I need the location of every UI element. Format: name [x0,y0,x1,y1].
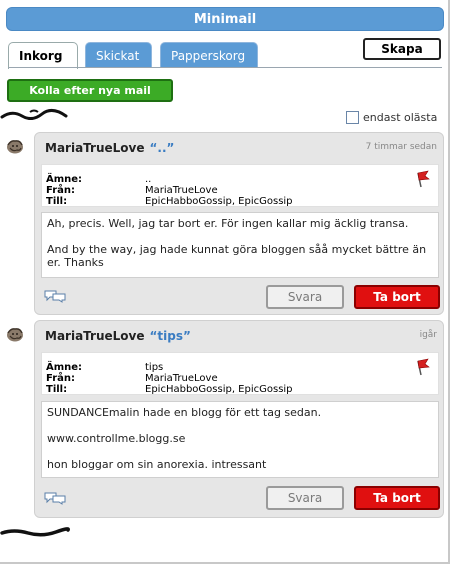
message-paragraph: SUNDANCEmalin hade en blogg för ett tag … [47,406,322,419]
message-paragraph: hon bloggar om sin anorexia. intressant [47,458,267,471]
message-meta: Ämne: tips Från: MariaTrueLove Till: Epi… [41,352,439,395]
report-flag-icon[interactable] [414,170,430,188]
message-card[interactable]: MariaTrueLove “tips” igår Ämne: tips Från… [34,320,444,518]
message-paragraph: www.controllme.blogg.se [47,432,186,445]
meta-from-key: Från: [46,373,75,384]
message-paragraph: Ah, precis. Well, jag tar bort er. För i… [47,217,409,230]
unread-only-checkbox[interactable] [346,111,359,124]
message-card[interactable]: MariaTrueLove “..” 7 timmar sedan Ämne: .… [34,132,444,315]
message-header: MariaTrueLove “..” [45,141,174,155]
message-subject-title: “tips” [149,329,191,343]
meta-subject-value: .. [145,174,152,185]
window-title: Minimail [6,7,444,31]
check-mail-button[interactable]: Kolla efter nya mail [7,79,173,102]
reply-button[interactable]: Svara [266,285,344,309]
tab-inbox[interactable]: Inkorg [8,42,78,69]
message-time: 7 timmar sedan [365,142,437,152]
minimail-window: Minimail Inkorg Skickat Papperskorg Skap… [0,0,450,564]
avatar [7,328,23,342]
message-body: Ah, precis. Well, jag tar bort er. För i… [41,212,439,278]
message-paragraph: And by the way, jag hade kunnat göra blo… [47,243,427,269]
meta-from-value: MariaTrueLove [145,373,218,384]
redaction-scribble [0,109,68,120]
tab-divider [8,67,442,68]
chat-bubbles-icon[interactable] [44,290,66,303]
report-flag-icon[interactable] [414,358,430,376]
chat-bubbles-icon[interactable] [44,492,66,505]
unread-only-label: endast olästa [363,111,438,124]
delete-button[interactable]: Ta bort [354,285,440,309]
meta-to-value: EpicHabboGossip, EpicGossip [145,384,293,395]
meta-to-key: Till: [46,196,68,207]
message-body: SUNDANCEmalin hade en blogg för ett tag … [41,401,439,478]
redaction-scribble [0,527,70,537]
message-meta: Ämne: .. Från: MariaTrueLove Till: EpicH… [41,164,439,207]
meta-subject-key: Ämne: [46,174,83,185]
tab-trash[interactable]: Papperskorg [160,42,258,68]
meta-from-value: MariaTrueLove [145,185,218,196]
create-button[interactable]: Skapa [363,38,441,60]
meta-to-key: Till: [46,384,68,395]
meta-from-key: Från: [46,185,75,196]
tab-sent[interactable]: Skickat [85,42,152,68]
message-header: MariaTrueLove “tips” [45,329,191,343]
delete-button[interactable]: Ta bort [354,486,440,510]
message-sender[interactable]: MariaTrueLove [45,329,145,343]
message-subject-title: “..” [149,141,175,155]
avatar [7,140,23,154]
message-time: igår [419,330,437,340]
meta-subject-value: tips [145,362,164,373]
reply-button[interactable]: Svara [266,486,344,510]
meta-subject-key: Ämne: [46,362,83,373]
meta-to-value: EpicHabboGossip, EpicGossip [145,196,293,207]
message-sender[interactable]: MariaTrueLove [45,141,145,155]
